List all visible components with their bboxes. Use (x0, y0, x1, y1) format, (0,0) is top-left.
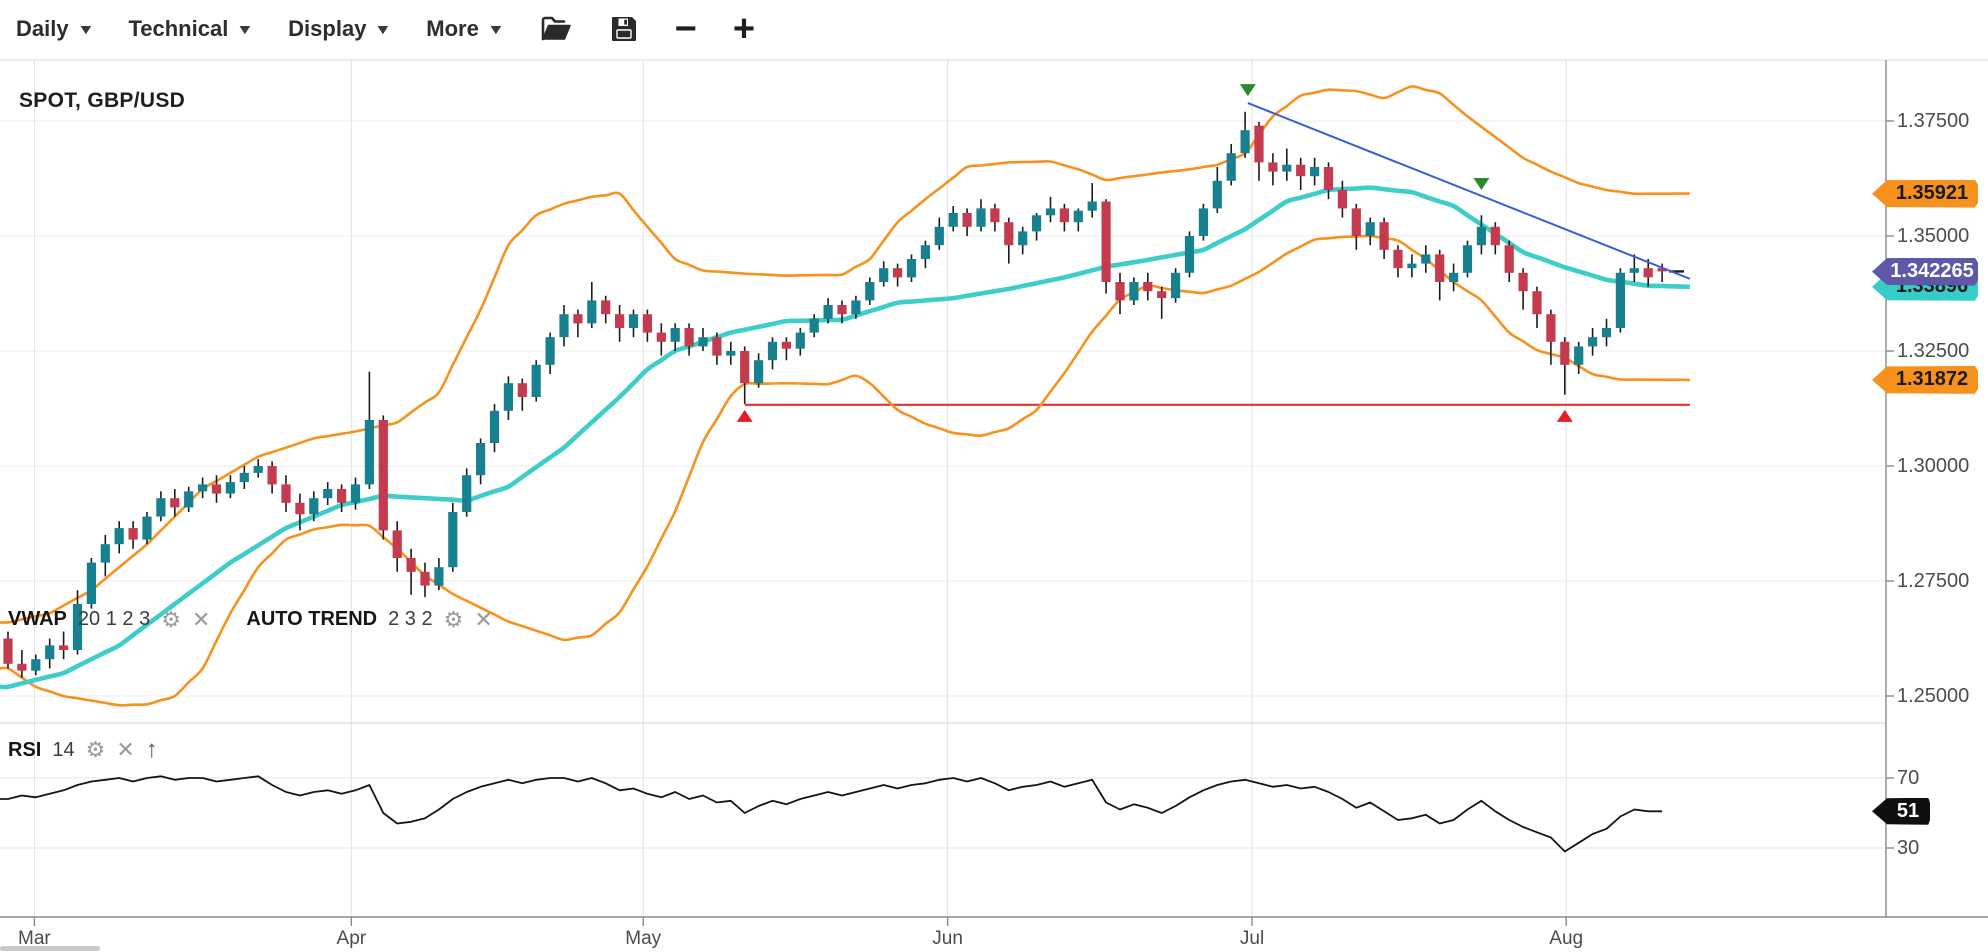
price-axis-label: 1.37500 (1897, 110, 1969, 133)
sell-signal-icon (1473, 178, 1489, 190)
upper-band-badge: 1.35921 (1872, 180, 1978, 208)
price-axis-label: 1.27500 (1897, 570, 1969, 593)
auto-trend-params: 2 3 2 (388, 608, 432, 631)
close-icon[interactable]: ✕ (116, 739, 134, 761)
zoom-out-icon[interactable]: − (675, 10, 697, 48)
page-title: SPOT, GBP/USD (19, 89, 185, 113)
price-chart-canvas[interactable] (0, 0, 1988, 952)
month-axis-label: Jun (932, 928, 963, 950)
auto-trend-label: AUTO TREND (246, 608, 377, 631)
open-folder-icon[interactable] (539, 14, 573, 44)
menu-timeframe-label: Daily (16, 16, 69, 42)
arrow-up-icon[interactable]: ↑ (146, 738, 158, 762)
vwap-params: 20 1 2 3 (78, 608, 150, 631)
chevron-down-icon: ▼ (487, 21, 505, 37)
bollinger-upper (0, 86, 1690, 622)
menu-display-label: Display (288, 16, 366, 42)
lower-band-badge: 1.31872 (1872, 366, 1978, 394)
price-axis-label: 1.30000 (1897, 455, 1969, 478)
month-axis-label: May (625, 928, 661, 950)
chevron-down-icon: ▼ (77, 21, 95, 37)
last-price-badge: 1.342265 (1872, 258, 1978, 286)
close-icon[interactable]: ✕ (192, 609, 210, 631)
rsi-label: RSI (8, 739, 41, 762)
gear-icon[interactable]: ⚙ (161, 609, 181, 631)
close-icon[interactable]: ✕ (474, 609, 492, 631)
zoom-in-icon[interactable]: + (733, 10, 755, 48)
gear-icon[interactable]: ⚙ (86, 739, 106, 761)
indicator-row-rsi: RSI 14 ⚙ ✕ ↑ (8, 738, 158, 762)
menu-more-label: More (426, 16, 479, 42)
chevron-down-icon: ▼ (236, 21, 254, 37)
month-axis-label: Apr (337, 928, 367, 950)
rsi-axis-label: 70 (1897, 767, 1919, 790)
price-axis-label: 1.25000 (1897, 685, 1969, 708)
menu-timeframe[interactable]: Daily ▼ (16, 16, 92, 42)
save-icon[interactable] (609, 14, 639, 44)
trading-app: Daily ▼ Technical ▼ Display ▼ More ▼ (0, 0, 1988, 952)
buy-signal-icon (737, 410, 753, 422)
month-axis-label: Mar (18, 928, 51, 950)
menu-technical[interactable]: Technical ▼ (128, 16, 252, 42)
toolbar: Daily ▼ Technical ▼ Display ▼ More ▼ (0, 0, 1988, 57)
rsi-line (0, 776, 1662, 851)
rsi-axis-label: 30 (1897, 837, 1919, 860)
indicator-row-overlays: VWAP 20 1 2 3 ⚙ ✕ AUTO TREND 2 3 2 ⚙ ✕ (8, 608, 493, 631)
month-axis-label: Jul (1240, 928, 1264, 950)
menu-technical-label: Technical (128, 16, 228, 42)
rsi-params: 14 (52, 739, 74, 762)
menu-more[interactable]: More ▼ (426, 16, 502, 42)
price-axis-label: 1.32500 (1897, 340, 1969, 363)
gear-icon[interactable]: ⚙ (444, 609, 464, 631)
menu-display[interactable]: Display ▼ (288, 16, 390, 42)
price-axis-label: 1.35000 (1897, 225, 1969, 248)
chevron-down-icon: ▼ (374, 21, 392, 37)
candlestick-series (3, 112, 1666, 678)
month-axis-label: Aug (1549, 928, 1583, 950)
buy-signal-icon (1557, 410, 1573, 422)
vwap-label: VWAP (8, 608, 67, 631)
signal-markers (737, 84, 1573, 422)
sell-signal-icon (1240, 84, 1256, 96)
